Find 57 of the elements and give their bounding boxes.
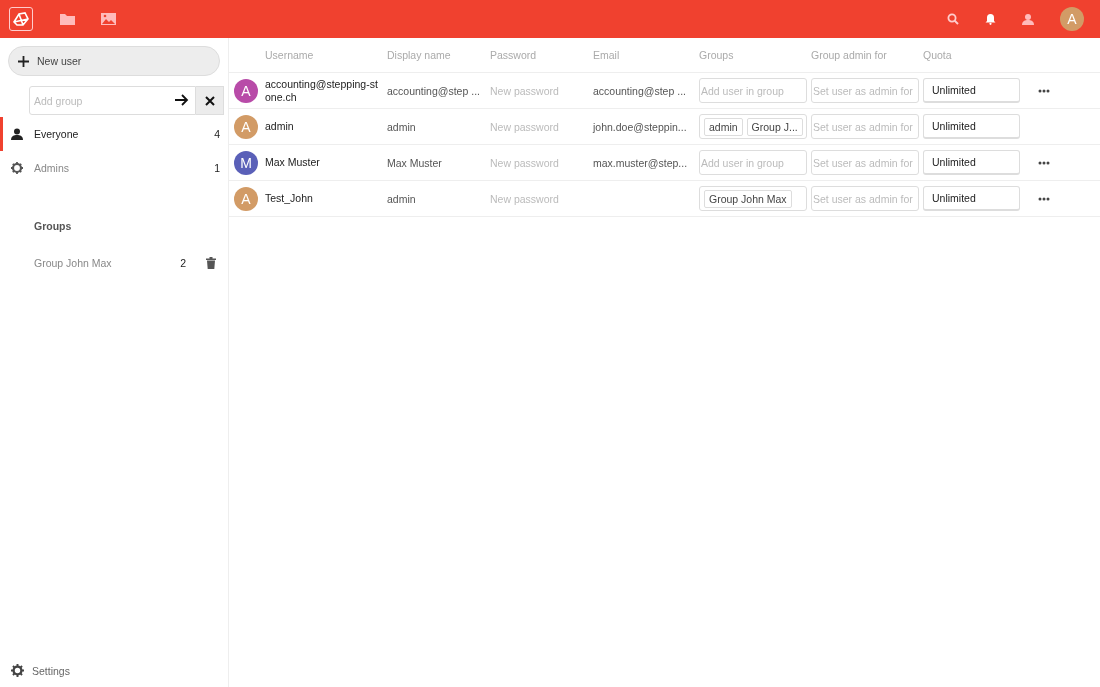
admin-for-field[interactable]: Set user as admin for — [811, 114, 919, 139]
group-tag: Group J... — [746, 117, 803, 136]
groups-field[interactable]: admin Group J... — [699, 114, 807, 139]
more-icon[interactable] — [1038, 196, 1050, 201]
display-name-cell-text: accounting@step ... — [387, 84, 481, 97]
email-cell: john.doe@steppin... — [593, 120, 687, 133]
sidebar-item[interactable]: Everyone 4 — [0, 117, 228, 151]
username-cell-text: Max Muster — [265, 156, 321, 169]
display-name-cell-text: admin — [387, 120, 417, 133]
trash-icon[interactable] — [206, 257, 216, 269]
group-tag: admin — [704, 117, 743, 136]
column-header: Password — [490, 49, 538, 61]
add-group-field[interactable]: Add group — [29, 86, 196, 115]
username-cell-text: accounting@stepping-stone.ch — [265, 77, 379, 104]
email-cell: accounting@step ... — [593, 84, 686, 97]
admin-for-field[interactable]: Set user as admin for — [811, 186, 919, 211]
user-avatar: A — [234, 186, 258, 211]
more-icon[interactable] — [1038, 160, 1050, 165]
group-name[interactable]: Group John Max — [34, 257, 181, 269]
close-icon — [204, 95, 215, 106]
user-avatar: A — [234, 114, 258, 139]
groups-field[interactable]: Group John Max — [699, 186, 807, 211]
groups-heading: Groups — [34, 220, 73, 234]
close-button[interactable] — [196, 86, 224, 115]
gear-icon — [11, 162, 23, 174]
user-avatar: M — [234, 150, 258, 175]
gear-icon — [11, 664, 24, 677]
admin-for-field[interactable]: Set user as admin for — [811, 78, 919, 103]
column-header: Group admin for — [811, 49, 888, 61]
quota-dropdown[interactable]: Unlimited — [923, 78, 1020, 103]
column-header: Display name — [387, 49, 452, 61]
display-name-cell-text: Max Muster — [387, 156, 443, 169]
new-user-button[interactable]: New user — [8, 46, 220, 76]
column-header: Quota — [923, 49, 953, 61]
group-count: 2 — [180, 257, 186, 269]
quota-dropdown[interactable]: Unlimited — [923, 114, 1020, 139]
sidebar-item[interactable]: Admins 1 — [0, 151, 228, 185]
plus-icon — [18, 55, 29, 67]
column-header: Groups — [699, 49, 735, 61]
quota-dropdown[interactable]: Unlimited — [923, 186, 1020, 211]
email-cell: max.muster@step... — [593, 156, 688, 169]
admin-for-field[interactable]: Set user as admin for — [811, 150, 919, 175]
arrow-right-icon[interactable] — [175, 94, 189, 106]
column-header: Username — [265, 49, 315, 61]
group-tag: Group John Max — [704, 189, 792, 208]
settings-link[interactable]: Settings — [0, 664, 228, 687]
logo-icon[interactable] — [9, 7, 33, 31]
search-icon[interactable] — [947, 13, 959, 25]
quota-dropdown[interactable]: Unlimited — [923, 150, 1020, 175]
user-icon — [11, 128, 23, 140]
column-header: Email — [593, 49, 621, 61]
display-name-cell-text: admin — [387, 192, 417, 205]
bell-icon[interactable] — [985, 13, 996, 25]
user-avatar: A — [234, 78, 258, 103]
username-cell-text: Test_John — [265, 192, 314, 205]
more-icon[interactable] — [1038, 88, 1050, 93]
username-cell-text: admin — [265, 120, 295, 133]
